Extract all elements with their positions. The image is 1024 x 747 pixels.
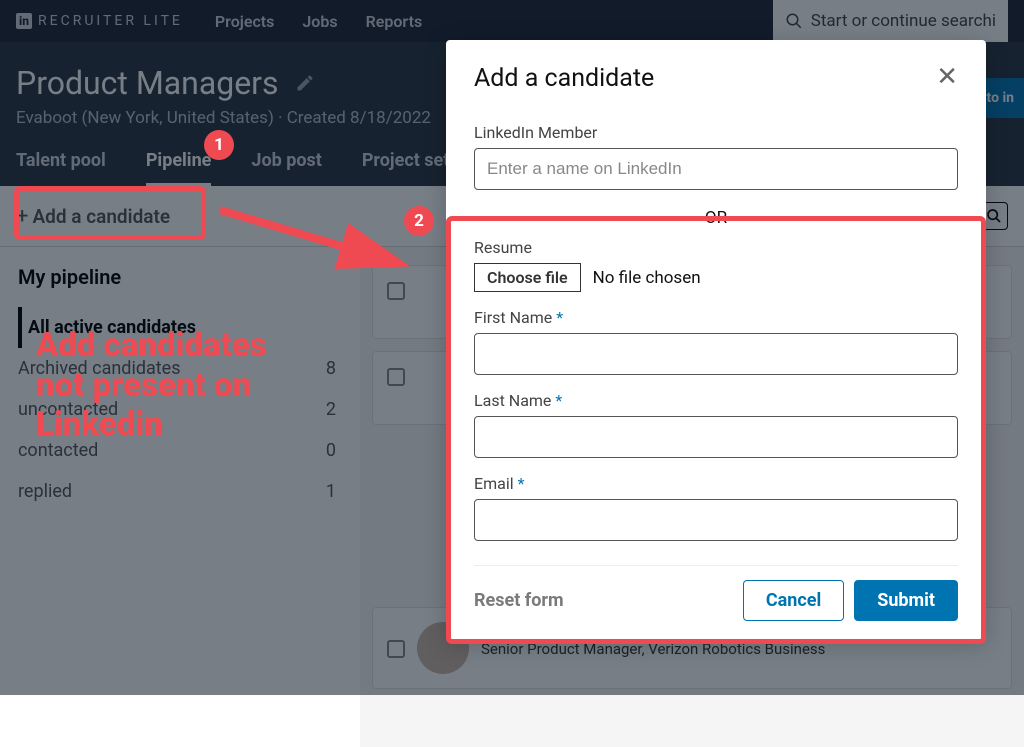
resume-label: Resume xyxy=(474,238,958,257)
annotation-badge-1: 1 xyxy=(204,130,234,160)
last-name-label: Last Name * xyxy=(474,391,958,410)
close-icon[interactable]: ✕ xyxy=(936,64,958,90)
annotation-badge-2: 2 xyxy=(404,206,434,236)
cancel-button[interactable]: Cancel xyxy=(743,580,844,621)
reset-form-link[interactable]: Reset form xyxy=(474,590,564,611)
modal-title: Add a candidate xyxy=(474,64,654,93)
email-input[interactable] xyxy=(474,499,958,541)
annotation-callout-text: Add candidates not present on Linkedin xyxy=(36,326,267,445)
last-name-input[interactable] xyxy=(474,416,958,458)
or-separator: OR xyxy=(474,208,958,228)
email-label: Email * xyxy=(474,474,958,493)
choose-file-button[interactable]: Choose file xyxy=(474,263,581,292)
linkedin-member-label: LinkedIn Member xyxy=(474,123,958,142)
submit-button[interactable]: Submit xyxy=(854,580,958,621)
no-file-text: No file chosen xyxy=(593,268,701,288)
linkedin-member-input[interactable] xyxy=(474,148,958,190)
first-name-label: First Name * xyxy=(474,308,958,327)
first-name-input[interactable] xyxy=(474,333,958,375)
add-candidate-modal: Add a candidate ✕ LinkedIn Member OR Res… xyxy=(446,40,986,641)
